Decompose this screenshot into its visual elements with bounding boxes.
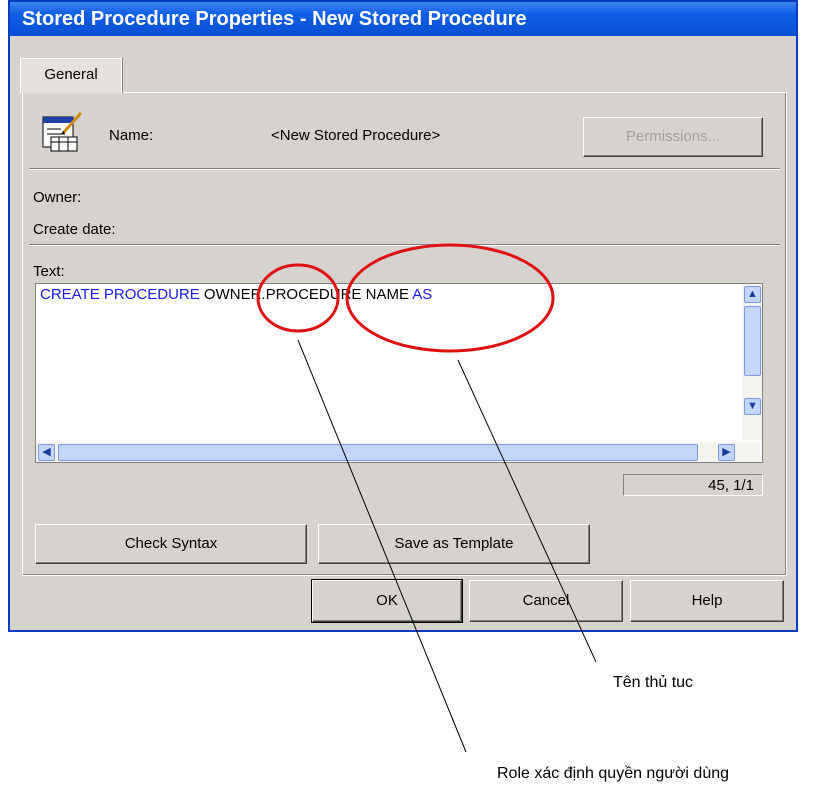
procedure-name-annotation: Tên thủ tuc	[613, 674, 694, 691]
help-label: Help	[691, 592, 723, 609]
tab-general-label: General	[44, 66, 98, 83]
dialog-window: Stored Procedure Properties - New Stored…	[8, 0, 798, 632]
help-button[interactable]: Help	[630, 580, 784, 622]
horizontal-scroll-thumb[interactable]	[58, 444, 698, 461]
separator	[29, 168, 780, 170]
save-as-template-button[interactable]: Save as Template	[318, 524, 590, 564]
ok-button[interactable]: OK	[311, 579, 463, 623]
separator	[29, 244, 780, 246]
cancel-button[interactable]: Cancel	[469, 580, 623, 622]
sql-text-editor[interactable]: CREATE PROCEDURE OWNER.PROCEDURE NAME AS…	[35, 283, 763, 463]
check-syntax-button[interactable]: Check Syntax	[35, 524, 307, 564]
ok-label: OK	[376, 592, 398, 609]
owner-annotation: Role xác định quyền người dùng	[497, 765, 730, 782]
sql-procedure-name-placeholder: PROCEDURE NAME	[265, 286, 409, 303]
title-bar[interactable]: Stored Procedure Properties - New Stored…	[10, 2, 796, 36]
vertical-scroll-thumb[interactable]	[744, 306, 761, 376]
cancel-label: Cancel	[522, 592, 570, 609]
permissions-button-label: Permissions...	[625, 128, 721, 145]
sql-owner-placeholder: OWNER	[203, 286, 262, 303]
scroll-right-icon[interactable]: ▶	[718, 444, 735, 461]
cursor-position-text: 45, 1/1	[708, 477, 754, 494]
create-date-label: Create date:	[33, 221, 116, 238]
sql-code-line: CREATE PROCEDURE OWNER.PROCEDURE NAME AS	[40, 286, 432, 303]
scroll-left-icon[interactable]: ◀	[38, 444, 55, 461]
name-value: <New Stored Procedure>	[271, 127, 441, 144]
sql-keyword-as: AS	[412, 286, 433, 303]
scroll-down-icon[interactable]: ▼	[744, 398, 761, 415]
owner-label: Owner:	[33, 189, 82, 206]
horizontal-scrollbar[interactable]: ◀ ▶	[36, 442, 760, 462]
text-label: Text:	[33, 263, 65, 280]
check-syntax-label: Check Syntax	[124, 535, 218, 552]
scroll-up-icon[interactable]: ▲	[744, 286, 761, 303]
permissions-button[interactable]: Permissions...	[583, 117, 763, 157]
vertical-scrollbar[interactable]: ▲ ▼	[742, 284, 762, 440]
cursor-position-indicator: 45, 1/1	[623, 474, 763, 496]
name-label: Name:	[109, 127, 154, 144]
save-as-template-label: Save as Template	[394, 535, 514, 552]
window-title: Stored Procedure Properties - New Stored…	[22, 8, 527, 30]
tab-general[interactable]: General	[20, 58, 122, 93]
sql-keyword-create: CREATE PROCEDURE	[40, 286, 204, 303]
general-panel: Name: <New Stored Procedure> Permissions…	[22, 92, 787, 576]
stored-procedure-icon	[42, 111, 83, 152]
